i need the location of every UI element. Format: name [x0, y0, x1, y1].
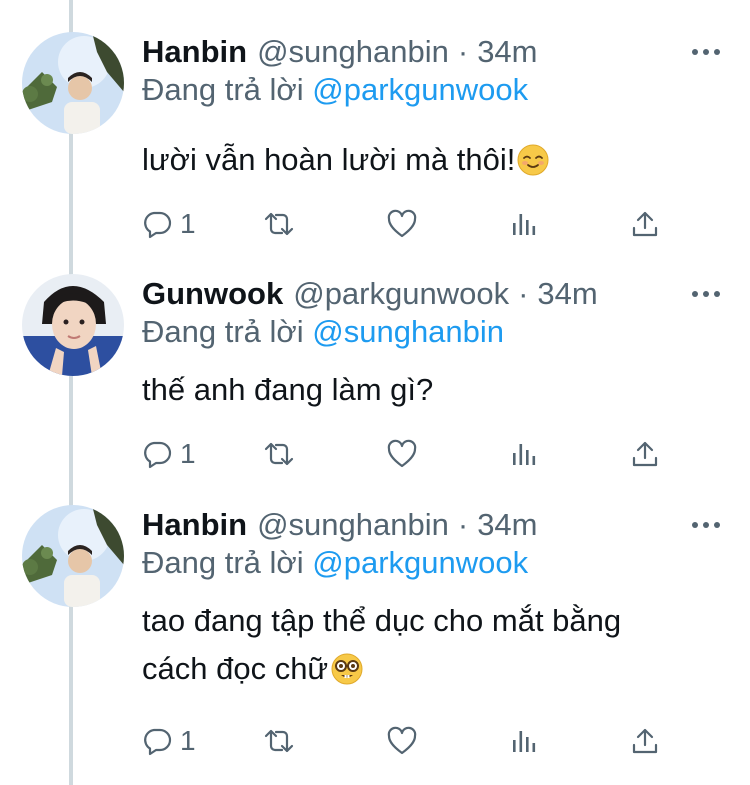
display-name[interactable]: Hanbin [142, 505, 247, 545]
like-icon [387, 726, 417, 755]
reply-count: 1 [180, 438, 196, 469]
tweet-text-line: tao đang tập thể dục cho mắt bằng [142, 603, 622, 638]
analytics-button[interactable] [510, 721, 538, 761]
analytics-button[interactable] [510, 204, 538, 244]
tweet-text-line: lười vẫn hoàn lười mà thôi! [142, 142, 516, 177]
display-name[interactable]: Hanbin [142, 32, 247, 72]
separator: · [457, 34, 469, 69]
separator: · [518, 276, 529, 311]
more-icon[interactable] [692, 44, 724, 60]
replying-to: Đang trả lời @parkgunwook [142, 543, 528, 583]
more-icon[interactable] [692, 517, 724, 533]
display-name[interactable]: Gunwook [142, 274, 283, 314]
reply-mention[interactable]: @parkgunwook [312, 545, 528, 580]
tweet-text-line-2: cách đọc chữ [142, 651, 329, 686]
retweet-button[interactable] [262, 721, 296, 761]
like-button[interactable] [386, 721, 418, 761]
retweet-icon [264, 442, 294, 466]
avatar-hanbin[interactable] [22, 505, 124, 607]
retweet-button[interactable] [262, 434, 296, 474]
separator: · [457, 507, 469, 542]
timestamp[interactable]: 34m [537, 274, 597, 314]
analytics-icon [513, 731, 536, 752]
reply-count: 1 [180, 208, 196, 239]
tweet-actions: 1 [142, 434, 682, 474]
share-icon [632, 728, 658, 754]
avatar-gunwook[interactable] [22, 274, 124, 376]
share-button[interactable] [630, 721, 660, 761]
like-button[interactable] [386, 204, 418, 244]
share-button[interactable] [630, 204, 660, 244]
like-icon [387, 209, 417, 238]
tweet-text-line: cách đọc chữ [142, 645, 732, 699]
handle[interactable]: @sunghanbin [257, 32, 449, 72]
tweet-text: thế anh đang làm gì? [142, 366, 732, 414]
share-button[interactable] [630, 434, 660, 474]
reply-icon [144, 441, 172, 469]
reply-prefix: Đang trả lời [142, 72, 304, 107]
replying-to: Đang trả lời @parkgunwook [142, 70, 528, 110]
handle[interactable]: @sunghanbin [257, 505, 449, 545]
analytics-button[interactable] [510, 434, 538, 474]
tweet-text: tao đang tập thể dục cho mắt bằng cách đ… [142, 597, 732, 699]
like-icon [387, 439, 417, 468]
reply-button[interactable]: 1 [142, 204, 196, 244]
reply-mention[interactable]: @parkgunwook [312, 72, 528, 107]
retweet-button[interactable] [262, 204, 296, 244]
nerd-face-icon [330, 651, 364, 699]
reply-icon [144, 211, 172, 239]
handle[interactable]: @parkgunwook [293, 274, 509, 314]
relieved-face-icon [517, 142, 549, 190]
share-icon [632, 441, 658, 467]
tweet-text: lười vẫn hoàn lười mà thôi! [142, 136, 732, 190]
avatar-hanbin[interactable] [22, 32, 124, 134]
more-icon[interactable] [692, 286, 724, 302]
tweet-text-line: thế anh đang làm gì? [142, 372, 434, 407]
tweet-actions: 1 [142, 204, 682, 244]
tweet-actions: 1 [142, 721, 682, 761]
retweet-icon [264, 212, 294, 236]
analytics-icon [513, 214, 536, 235]
replying-to: Đang trả lời @sunghanbin [142, 312, 504, 352]
like-button[interactable] [386, 434, 418, 474]
reply-button[interactable]: 1 [142, 721, 196, 761]
analytics-icon [513, 444, 536, 465]
reply-prefix: Đang trả lời [142, 314, 304, 349]
reply-mention[interactable]: @sunghanbin [312, 314, 504, 349]
timestamp[interactable]: 34m [477, 505, 537, 545]
reply-count: 1 [180, 725, 196, 756]
reply-icon [144, 728, 172, 756]
reply-prefix: Đang trả lời [142, 545, 304, 580]
reply-button[interactable]: 1 [142, 434, 196, 474]
retweet-icon [264, 729, 294, 753]
share-icon [632, 211, 658, 237]
timestamp[interactable]: 34m [477, 32, 537, 72]
